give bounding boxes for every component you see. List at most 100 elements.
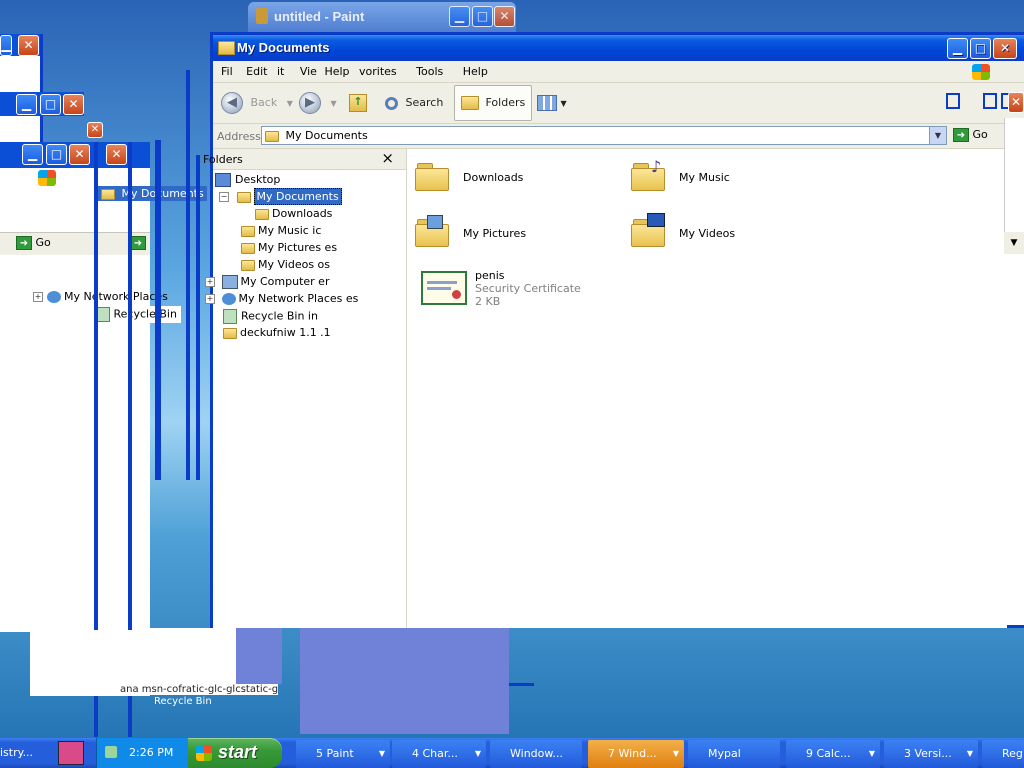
up-folder-button[interactable]: ↑ <box>349 85 367 121</box>
task-window[interactable]: Window... <box>490 740 582 768</box>
address-dropdown-icon[interactable]: ▼ <box>929 127 946 144</box>
ghost-minimize-icon-2[interactable]: ▁ <box>16 94 37 115</box>
file-item-my-pictures[interactable]: My Pictures <box>415 213 615 257</box>
folders-pane: Folders × Desktop − My Documents Downloa… <box>203 149 407 628</box>
minimize-icon[interactable]: ▁ <box>947 38 968 59</box>
folders-button[interactable]: Folders <box>454 85 533 121</box>
paint-window-titlebar[interactable]: untitled - Paint ▁ □ ✕ <box>248 2 516 32</box>
ghost-close-icon-3[interactable]: ✕ <box>87 122 103 138</box>
folders-label: Folders <box>485 96 526 109</box>
chevron-down-icon: ▼ <box>560 99 567 108</box>
address-input[interactable]: My Documents ▼ <box>261 126 947 145</box>
folders-pane-close-icon[interactable]: × <box>381 149 394 167</box>
start-button[interactable]: start <box>188 738 282 768</box>
tree-item-my-videos[interactable]: My Videos os <box>241 258 330 271</box>
menu-help-1[interactable]: Help <box>324 65 349 78</box>
file-item-my-videos[interactable]: My Videos <box>631 213 831 257</box>
ghost-right-go: ▼ <box>1004 232 1024 254</box>
task-charmap[interactable]: 4 Char... ▼ <box>392 740 486 768</box>
ghost-go-button[interactable]: ➜ Go <box>16 236 51 250</box>
paint-minimize-icon[interactable]: ▁ <box>449 6 470 27</box>
ghost-go-icon-2[interactable]: ➜ <box>130 236 146 250</box>
ghost-recycle-label: Recycle Bin <box>113 307 177 321</box>
ghost-close-icon-5[interactable]: ✕ <box>106 144 127 165</box>
clock[interactable]: 2:26 PM <box>129 746 173 759</box>
go-label: Go <box>972 128 988 141</box>
ghost-my-documents-item[interactable]: My Documents <box>98 186 207 201</box>
desktop-icon <box>215 173 231 187</box>
task-registry[interactable]: Reg <box>982 740 1024 768</box>
recycle-bin-icon <box>96 307 110 322</box>
ghost-close-icon[interactable]: ✕ <box>18 35 39 56</box>
folder-icon <box>101 188 115 200</box>
keyboard-icon[interactable] <box>58 741 84 765</box>
menu-file[interactable]: Fil <box>221 65 233 78</box>
ghost-minimize-icon[interactable]: ▁ <box>0 35 12 56</box>
forward-button[interactable]: ▶ ▼ <box>299 85 337 121</box>
menu-view[interactable]: Vie <box>300 65 317 78</box>
collapse-icon[interactable]: − <box>219 192 229 202</box>
certificate-type: Security Certificate <box>475 282 581 295</box>
menu-edit[interactable]: Edit <box>246 65 267 78</box>
windows-flag-icon <box>196 745 212 761</box>
ghost-stripe <box>155 140 161 480</box>
folder-icon <box>415 163 449 191</box>
views-button[interactable]: ▼ <box>537 85 567 121</box>
tray-network-icon[interactable] <box>105 746 117 758</box>
task-version[interactable]: 3 Versi... ▼ <box>884 740 978 768</box>
ghost-close-icon-2[interactable]: ✕ <box>63 94 84 115</box>
paint-close-icon[interactable]: ✕ <box>494 6 515 27</box>
views-icon <box>537 95 557 111</box>
computer-icon <box>221 275 238 289</box>
ghost-maximize-icon-2[interactable]: □ <box>40 94 61 115</box>
paint-maximize-icon[interactable]: □ <box>472 6 493 27</box>
tree-item-recycle-bin[interactable]: Recycle Bin in <box>223 309 318 324</box>
search-button[interactable]: Search <box>385 85 443 121</box>
ghost-maximize-icon-3[interactable]: □ <box>46 144 67 165</box>
my-documents-window: My Documents ▁ □ ✕ Fil Edit it Vie Help … <box>203 32 1024 628</box>
menu-it[interactable]: it <box>277 65 284 78</box>
expand-icon[interactable]: + <box>33 292 43 302</box>
go-arrow-icon: ➜ <box>953 128 969 142</box>
ghost-white-block <box>150 628 240 684</box>
window-folder-icon <box>218 41 235 55</box>
ghost-bottom-text: ana msn-cofratic-glc-glcstatic-g <box>120 684 279 695</box>
task-windows-explorer[interactable]: 7 Wind... ▼ <box>588 740 684 768</box>
expand-icon[interactable]: + <box>205 294 215 304</box>
file-item-my-music[interactable]: ♪ My Music <box>631 157 831 201</box>
task-calculator[interactable]: 9 Calc... ▼ <box>786 740 880 768</box>
tree-item-my-music[interactable]: My Music ic <box>241 224 321 237</box>
security-certificate-icon <box>421 271 467 305</box>
address-go-button[interactable]: ➜ Go <box>953 128 988 142</box>
task-paint[interactable]: 5 Paint ▼ <box>296 740 390 768</box>
tree-item-desktop[interactable]: Desktop <box>215 173 280 187</box>
menu-help-2[interactable]: Help <box>463 65 488 78</box>
menu-favorites[interactable]: vorites <box>359 65 397 78</box>
tree-item-my-computer[interactable]: + My Computer er <box>205 275 329 289</box>
ghost-recycle-item[interactable]: Recycle Bin <box>92 306 181 323</box>
ghost-close-icon-4[interactable]: ✕ <box>69 144 90 165</box>
my-documents-titlebar[interactable]: My Documents ▁ □ ✕ <box>213 35 1024 61</box>
paint-icon <box>256 8 268 24</box>
address-value: My Documents <box>285 129 368 142</box>
chevron-down-icon: ▼ <box>286 99 293 108</box>
ghost-minimize-icon-3[interactable]: ▁ <box>22 144 43 165</box>
ghost-right-close-icon[interactable]: ✕ <box>1008 92 1024 113</box>
expand-icon[interactable]: + <box>205 277 215 287</box>
videos-folder-icon <box>241 259 255 271</box>
search-label: Search <box>405 96 444 109</box>
task-mypal[interactable]: Mypal <box>688 740 780 768</box>
ghost-network-item[interactable]: + My Network Places <box>33 290 168 303</box>
tree-item-my-network-places[interactable]: + My Network Places es <box>205 292 358 305</box>
tree-item-my-documents[interactable]: − My Documents <box>219 188 342 205</box>
maximize-icon[interactable]: □ <box>970 38 991 59</box>
tree-item-deckufniw[interactable]: deckufniw 1.1 .1 <box>223 326 331 339</box>
file-item-certificate[interactable]: penis Security Certificate 2 KB <box>421 269 641 313</box>
menu-tools[interactable]: Tools <box>416 65 443 78</box>
tree-item-my-pictures[interactable]: My Pictures es <box>241 241 337 254</box>
file-item-downloads[interactable]: Downloads <box>415 157 615 201</box>
tree-item-downloads[interactable]: Downloads <box>255 207 332 220</box>
taskbar-left-text[interactable]: istry... <box>0 746 33 759</box>
back-button[interactable]: ◀ Back ▼ <box>221 85 293 121</box>
close-icon[interactable]: ✕ <box>993 38 1017 59</box>
